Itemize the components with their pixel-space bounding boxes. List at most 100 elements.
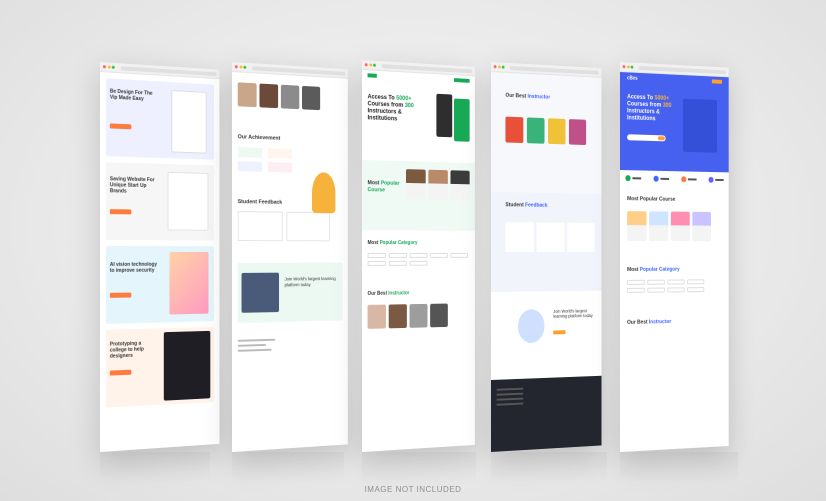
course-cards [620,207,729,245]
site-logo: cBes [627,75,638,82]
section-heading: Student Feedback [505,202,548,209]
instructor-row [505,116,587,146]
course-card[interactable] [649,210,669,241]
instructor-photo [302,85,321,111]
hero-block-1: Be Design For The Vip Made Easy [105,78,214,160]
category-chip[interactable] [367,260,386,266]
course-card[interactable] [428,169,448,200]
feedback-cards [232,209,348,243]
course-card[interactable] [405,169,426,200]
instructor-photo [388,304,407,329]
panel-reflection [620,452,738,482]
instructor-photo [237,82,257,108]
hero-photo-right [453,98,470,142]
cta-section: Join World's largest learning platform t… [237,262,343,324]
screens-collage-image [163,330,211,401]
instructor-row [362,299,475,333]
instructor-photo [280,84,300,110]
nav-button[interactable] [711,79,722,84]
hero-block-4: Prototyping a college to help designers [105,326,214,408]
feedback-cards [505,222,595,252]
category-chip[interactable] [667,279,685,285]
category-chip[interactable] [627,279,645,286]
panel-reflection [100,452,210,482]
stat-card [267,147,292,159]
hero-illustration [682,98,717,153]
block-heading: Be Design For The Vip Made Easy [109,88,153,103]
cta-button[interactable] [109,369,132,376]
category-grid [362,250,475,269]
course-card[interactable] [692,211,712,241]
category-chip[interactable] [450,252,468,258]
category-grid [620,276,729,296]
feedback-section: Student Feedback [491,192,602,292]
instructor-photo [505,116,524,144]
category-chip[interactable] [430,252,448,258]
hero-title: Access To 5000+ Courses from 300 Instruc… [367,94,414,123]
mockup-page-3: Access To 5000+ Courses from 300 Instruc… [362,60,475,452]
instructor-section: Our Best Instructor [491,72,602,194]
section-heading: Our Achievement [237,134,281,142]
category-chip[interactable] [647,287,665,293]
instructor-photo [526,117,545,144]
category-chip[interactable] [388,260,407,266]
hero-search-input[interactable] [627,134,666,142]
app-mockup-image [169,251,209,315]
footer [491,375,602,452]
course-card[interactable] [627,210,647,241]
section-heading: Most Popular Category [627,266,680,273]
mockup-stage: Be Design For The Vip Made Easy Saving W… [0,0,826,501]
group-photo [241,272,280,313]
stat-item [681,176,697,183]
stat-card [267,161,292,173]
course-card[interactable] [450,170,470,200]
image-caption: IMAGE NOT INCLUDED [364,485,462,494]
category-chip[interactable] [367,252,386,258]
hero-block-3: AI vision technology to improve security [105,246,214,324]
category-chip[interactable] [687,279,705,285]
panel-reflection [232,452,344,482]
cta-button[interactable] [109,209,132,215]
category-chip[interactable] [409,260,428,266]
feedback-card [286,211,331,242]
category-chip[interactable] [667,287,685,293]
category-chip[interactable] [647,279,665,285]
stat-card [237,160,263,172]
section-heading: Most Popular Course [367,180,400,194]
site-logo [367,73,377,78]
hero-section: Access To 5000+ Courses from 300 Instruc… [362,80,475,164]
nav-button[interactable] [453,78,470,83]
instructor-photo [409,303,428,328]
cta-button[interactable] [109,292,132,298]
popular-course-section: Most Popular Course [362,160,475,231]
instructor-photo [430,303,448,328]
cta-button[interactable] [553,330,566,335]
mockup-page-4: Our Best Instructor Student Feedback Joi… [491,62,602,452]
feedback-card [567,222,595,252]
mockup-page-5: cBes Access To 5000+ Courses from 300 In… [620,62,729,452]
achievement-stats [232,159,348,176]
rocket-illustration [517,309,545,344]
phone-mockup-image [171,89,207,154]
category-chip[interactable] [687,287,705,293]
cta-button[interactable] [109,123,132,130]
instructor-photo [548,118,566,145]
feedback-card [505,222,534,252]
category-chip[interactable] [409,252,428,258]
stats-row [620,170,729,188]
hero-title: Access To 5000+ Courses from 300 Instruc… [627,94,672,122]
hero-block-2: Saving Website For Unique Start Up Brand… [105,162,214,241]
category-chip[interactable] [627,287,645,294]
hero-section: cBes Access To 5000+ Courses from 300 In… [620,72,729,173]
search-button[interactable] [657,136,665,141]
instructor-photo [259,83,279,109]
stat-item [625,175,642,182]
section-heading: Most Popular Category [367,240,418,247]
section-heading: Our Best Instructor [505,92,551,101]
section-heading: Our Best Instructor [367,290,410,297]
feedback-card [536,222,565,252]
instructor-photo [367,304,386,329]
course-card[interactable] [670,211,690,241]
category-chip[interactable] [388,252,407,258]
section-heading: Our Best Instructor [627,319,672,327]
